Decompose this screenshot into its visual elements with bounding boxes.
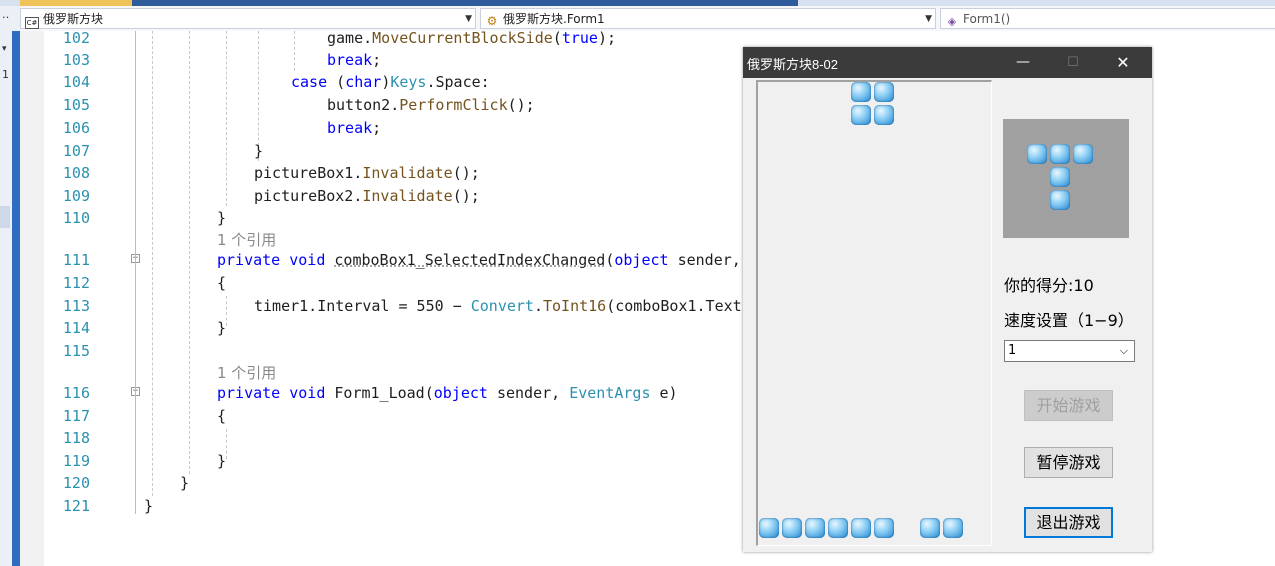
code-line-121[interactable]: }	[144, 497, 153, 515]
settled-block	[759, 518, 779, 538]
line-number: 121	[62, 497, 90, 515]
selection-highlight	[0, 206, 10, 228]
indent-guide	[226, 296, 227, 326]
speed-combobox[interactable]: 1 ⌵	[1004, 340, 1135, 362]
line-number: 104	[62, 73, 90, 91]
chevron-down-icon[interactable]: ▾	[2, 44, 7, 54]
preview-block	[1027, 144, 1047, 164]
indent-guide	[152, 31, 153, 496]
line-number: 106	[62, 119, 90, 137]
exit-game-button[interactable]: 退出游戏	[1024, 507, 1113, 538]
close-button[interactable]: ✕	[1100, 47, 1146, 78]
code-line-102[interactable]: game.MoveCurrentBlockSide(true);	[327, 29, 616, 47]
line-number: 119	[62, 452, 90, 470]
code-line-109[interactable]: pictureBox2.Invalidate();	[254, 187, 480, 205]
code-line-119[interactable]: }	[217, 452, 226, 470]
settled-block	[851, 518, 871, 538]
start-game-button[interactable]: 开始游戏	[1024, 390, 1113, 421]
code-line-113[interactable]: timer1.Interval = 550 − Convert.ToInt16(…	[254, 297, 742, 315]
dropdown-arrow-icon: ▼	[925, 14, 932, 24]
code-line-120[interactable]: }	[180, 474, 189, 492]
settled-block	[782, 518, 802, 538]
line-number: 112	[62, 274, 90, 292]
editor-margin-bar	[12, 31, 20, 566]
preview-block	[1050, 144, 1070, 164]
margin-number: 1	[2, 68, 9, 81]
member-name: Form1()	[963, 12, 1011, 26]
method-icon: ◈	[947, 15, 957, 28]
indicator-margin	[20, 31, 44, 566]
settled-block	[874, 518, 894, 538]
score-label: 你的得分:10	[1004, 276, 1094, 295]
minimize-button[interactable]: —	[1000, 47, 1046, 78]
line-number: 103	[62, 51, 90, 69]
indent-guide	[294, 31, 295, 71]
line-number: 109	[62, 187, 90, 205]
project-dropdown[interactable]: C# 俄罗斯方块 ▼	[20, 8, 476, 29]
preview-block	[1050, 167, 1070, 187]
csharp-project-icon: C#	[25, 17, 39, 29]
line-number: 115	[62, 342, 90, 360]
code-line-106[interactable]: break;	[327, 119, 381, 137]
indent-guide	[226, 429, 227, 459]
maximize-button[interactable]: ☐	[1050, 47, 1096, 78]
line-number: 110	[62, 209, 90, 227]
code-line-112[interactable]: {	[217, 274, 226, 292]
settled-block	[920, 518, 940, 538]
line-number: 118	[62, 429, 90, 447]
tetris-game-window[interactable]: 俄罗斯方块8-02 — ☐ ✕ 你的得分:10 速度设置（1−9） 1 ⌵ 开始…	[743, 47, 1152, 552]
code-line-110[interactable]: }	[217, 209, 226, 227]
falling-block	[851, 82, 871, 102]
class-dropdown[interactable]: ⚙ 俄罗斯方块.Form1 ▼	[480, 8, 936, 29]
indent-guide	[226, 31, 227, 206]
game-board[interactable]	[756, 80, 992, 546]
dropdown-arrow-icon: ▼	[465, 14, 472, 24]
line-number: 107	[62, 142, 90, 160]
line-number: 108	[62, 164, 90, 182]
navigation-bar: C# 俄罗斯方块 ▼ ⚙ 俄罗斯方块.Form1 ▼ ◈ Form1()	[20, 6, 1275, 32]
next-piece-preview	[1003, 119, 1129, 238]
code-line-108[interactable]: pictureBox1.Invalidate();	[254, 164, 480, 182]
line-number: 102	[62, 29, 90, 47]
speed-value: 1	[1008, 343, 1017, 358]
class-icon: ⚙	[486, 14, 498, 28]
fold-line	[135, 31, 136, 514]
class-name: 俄罗斯方块.Form1	[503, 12, 605, 26]
settled-block	[805, 518, 825, 538]
line-number: 120	[62, 474, 90, 492]
code-line-116[interactable]: private void Form1_Load(object sender, E…	[217, 384, 678, 402]
preview-block	[1050, 190, 1070, 210]
settled-block	[828, 518, 848, 538]
line-number: 117	[62, 407, 90, 425]
line-number: 116	[62, 384, 90, 402]
line-number: 111	[62, 251, 90, 269]
chevron-down-icon: ⌵	[1119, 344, 1128, 357]
codelens-references[interactable]: 1 个引用	[217, 229, 276, 250]
code-line-104[interactable]: case (char)Keys.Space:	[291, 73, 490, 91]
collapse-marker[interactable]: ‥	[2, 8, 9, 21]
code-line-103[interactable]: break;	[327, 51, 381, 69]
window-title-bar[interactable]: 俄罗斯方块8-02 — ☐ ✕	[743, 47, 1152, 78]
code-line-114[interactable]: }	[217, 319, 226, 337]
code-line-117[interactable]: {	[217, 407, 226, 425]
falling-block	[874, 105, 894, 125]
settled-block	[943, 518, 963, 538]
falling-block	[874, 82, 894, 102]
code-line-105[interactable]: button2.PerformClick();	[327, 96, 535, 114]
project-name: 俄罗斯方块	[43, 12, 104, 26]
code-line-107[interactable]: }	[254, 142, 263, 160]
line-number: 105	[62, 96, 90, 114]
line-number: 114	[62, 319, 90, 337]
pause-game-button[interactable]: 暂停游戏	[1024, 447, 1113, 478]
code-line-111[interactable]: private void comboBox1_SelectedIndexChan…	[217, 251, 741, 269]
speed-label: 速度设置（1−9）	[1004, 311, 1134, 330]
member-dropdown[interactable]: ◈ Form1()	[940, 8, 1275, 29]
falling-block	[851, 105, 871, 125]
indent-guide	[189, 31, 190, 474]
preview-block	[1073, 144, 1093, 164]
line-number: 113	[62, 297, 90, 315]
window-title: 俄罗斯方块8-02	[747, 57, 839, 72]
codelens-references[interactable]: 1 个引用	[217, 362, 276, 383]
